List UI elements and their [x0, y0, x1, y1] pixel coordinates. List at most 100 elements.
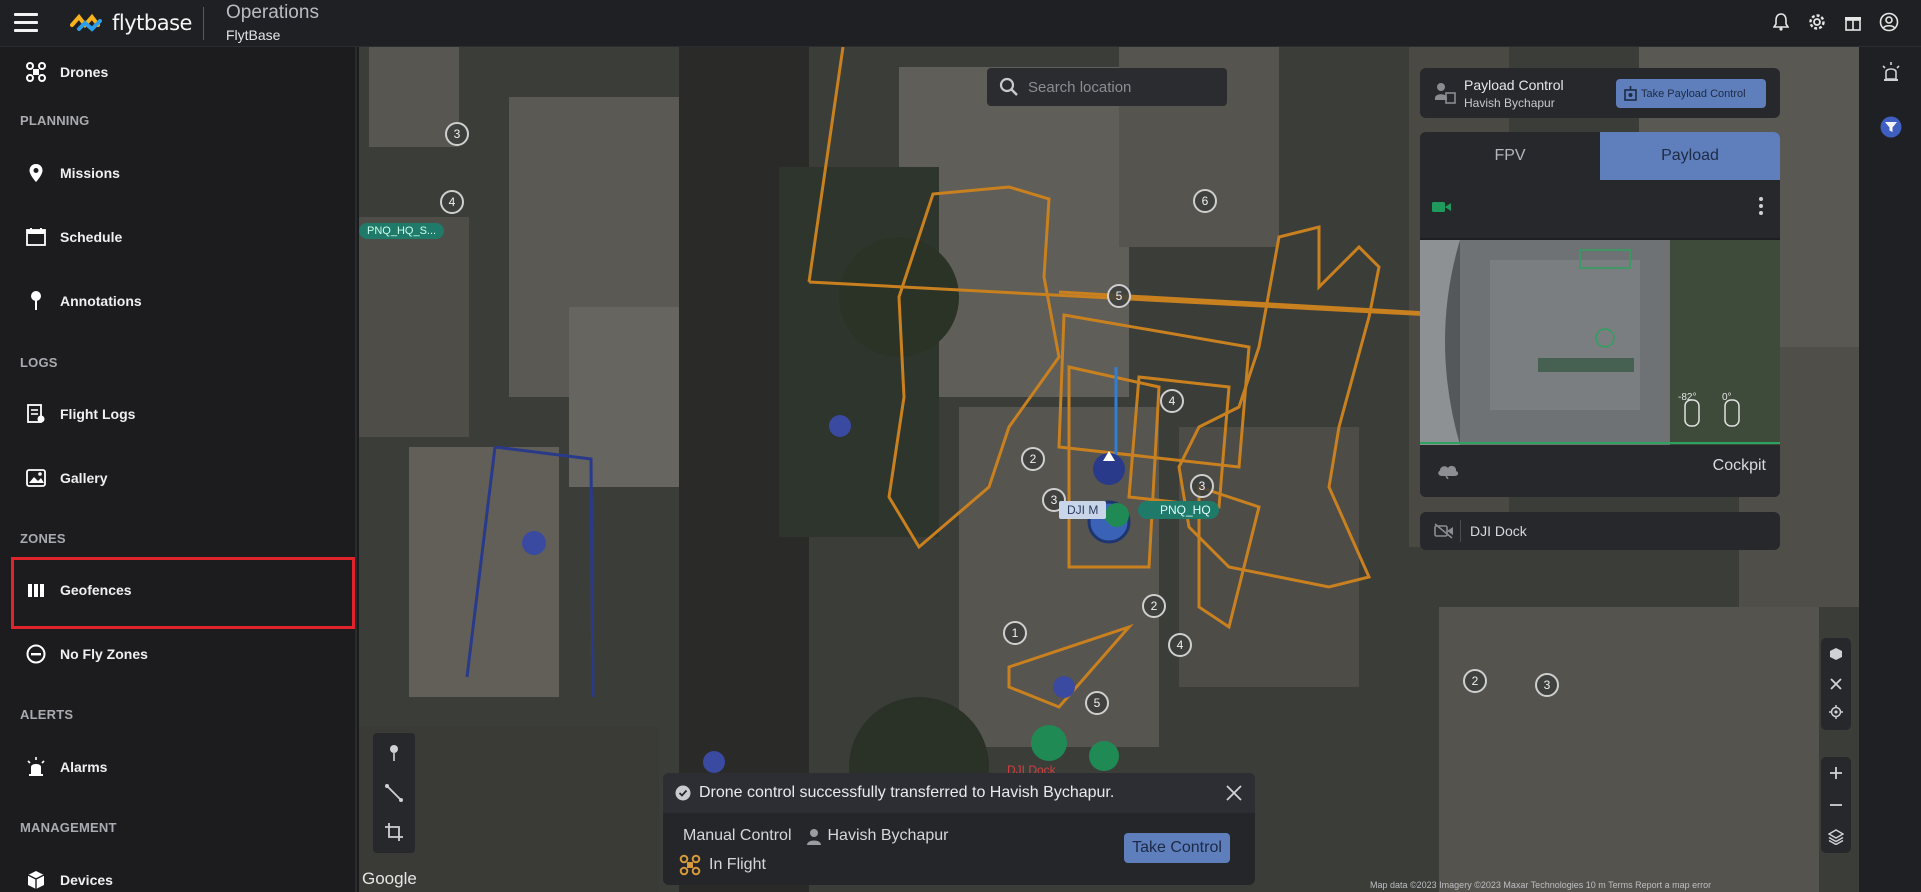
flight-status-row: In Flight: [679, 854, 766, 876]
3d-view-icon[interactable]: [1826, 644, 1846, 664]
waypoint-badge[interactable]: 4: [1168, 633, 1192, 657]
recenter-location-icon[interactable]: [1826, 702, 1846, 722]
section-planning: PLANNING: [20, 113, 90, 128]
drone-label[interactable]: DJI M: [1059, 501, 1107, 519]
sidebar-item-drones[interactable]: Drones: [0, 47, 357, 97]
document-log-icon: [26, 404, 46, 424]
sidebar-item-missions[interactable]: Missions: [0, 148, 357, 198]
video-feed-panel: FPV Payload -82° 0° Cockpit: [1420, 132, 1780, 497]
video-toolbar: [1420, 180, 1780, 238]
gimbal-yaw-readout: 0°: [1722, 392, 1732, 403]
organization-name: FlytBase: [226, 27, 281, 43]
payload-video-feed[interactable]: -82° 0°: [1420, 240, 1780, 445]
waypoint-badge[interactable]: 4: [440, 190, 464, 214]
gift-icon[interactable]: [1843, 11, 1863, 33]
map-draw-toolbar: [373, 733, 415, 853]
site-label-pnq-hq-s[interactable]: PNQ_HQ_S...: [359, 223, 445, 239]
line-tool-icon[interactable]: [384, 783, 404, 803]
camera-recording-icon[interactable]: [1432, 200, 1452, 219]
check-circle-icon: [675, 785, 691, 801]
waypoint-badge[interactable]: 3: [1535, 673, 1559, 697]
payload-control-title: Payload Control: [1464, 77, 1564, 93]
waypoint-badge[interactable]: 1: [1003, 621, 1027, 645]
zoom-out-icon[interactable]: [1826, 795, 1846, 815]
polygon-crop-tool-icon[interactable]: [384, 822, 404, 842]
search-placeholder: Search location: [1028, 78, 1132, 96]
flytbase-logo: flytbase: [70, 10, 192, 36]
control-mode: Manual Control: [683, 827, 792, 844]
page-title: Operations: [226, 2, 319, 23]
waypoint-badge[interactable]: 6: [1193, 189, 1217, 213]
video-footer: Cockpit: [1420, 445, 1780, 497]
sidebar-item-gallery[interactable]: Gallery: [0, 453, 357, 503]
logo-mark-icon: [70, 13, 102, 32]
no-entry-icon: [26, 644, 46, 664]
gear-icon[interactable]: [1807, 11, 1827, 33]
sidebar-item-label: No Fly Zones: [60, 646, 148, 662]
filter-icon[interactable]: [1879, 115, 1903, 139]
menu-icon[interactable]: [14, 13, 38, 33]
location-pin-icon: [26, 163, 46, 183]
header-divider: [203, 7, 204, 40]
zoom-controls: [1821, 757, 1851, 853]
gimbal-pitch-readout: -82°: [1678, 392, 1697, 403]
take-payload-control-label: Take Payload Control: [1641, 87, 1746, 100]
close-icon[interactable]: [1223, 782, 1245, 804]
tab-fpv[interactable]: FPV: [1420, 132, 1600, 180]
map-attribution[interactable]: Map data ©2023 Imagery ©2023 Maxar Techn…: [1370, 880, 1711, 890]
waypoint-badge[interactable]: 2: [1021, 447, 1045, 471]
pin-tool-icon[interactable]: [384, 743, 404, 763]
sidebar-item-label: Missions: [60, 165, 120, 181]
top-bar: flytbase Operations FlytBase: [0, 0, 1921, 47]
dock-card-divider: [1460, 520, 1461, 542]
waypoint-badge[interactable]: 3: [1190, 474, 1214, 498]
sidebar-item-flight-logs[interactable]: Flight Logs: [0, 389, 357, 439]
cube-devices-icon: [26, 870, 46, 890]
logo-text: flytbase: [112, 11, 192, 35]
cockpit-button[interactable]: Cockpit: [1713, 457, 1766, 475]
sidebar-item-no-fly-zones[interactable]: No Fly Zones: [0, 629, 357, 679]
take-payload-control-button[interactable]: Take Payload Control: [1616, 79, 1766, 108]
google-logo: Google: [362, 869, 417, 888]
sidebar-item-label: Drones: [60, 64, 109, 80]
control-transfer-toast: Drone control successfully transferred t…: [663, 773, 1255, 885]
waypoint-badge[interactable]: 2: [1142, 594, 1166, 618]
flight-status: In Flight: [709, 856, 766, 873]
bell-icon[interactable]: [1771, 11, 1791, 33]
sidebar-item-devices[interactable]: Devices: [0, 855, 357, 892]
geofences-highlight-box: [11, 557, 355, 629]
take-control-button[interactable]: Take Control: [1124, 833, 1230, 863]
user-icon: [806, 828, 822, 845]
user-account-icon[interactable]: [1879, 11, 1899, 33]
sidebar-item-alarms[interactable]: Alarms: [0, 742, 357, 792]
cloud-weather-icon[interactable]: [1436, 461, 1460, 484]
sidebar-item-label: Flight Logs: [60, 406, 136, 422]
dock-name: DJI Dock: [1470, 523, 1527, 539]
waypoint-badge[interactable]: 5: [1107, 284, 1131, 308]
drone-icon: [26, 62, 46, 82]
fullscreen-collapse-icon[interactable]: [1826, 674, 1846, 694]
image-gallery-icon: [26, 468, 46, 488]
waypoint-badge[interactable]: 4: [1160, 389, 1184, 413]
waypoint-badge[interactable]: 3: [445, 122, 469, 146]
control-mode-row: Manual Control Havish Bychapur: [683, 827, 948, 845]
map-view-controls: [1821, 638, 1851, 730]
sidebar-item-label: Alarms: [60, 759, 108, 775]
alarm-siren-icon[interactable]: [1879, 60, 1903, 84]
payload-control-icon: [1434, 81, 1456, 110]
sidebar-item-schedule[interactable]: Schedule: [0, 212, 357, 262]
more-options-icon[interactable]: [1758, 196, 1764, 221]
dock-card[interactable]: DJI Dock: [1420, 512, 1780, 550]
toast-message: Drone control successfully transferred t…: [699, 784, 1115, 801]
waypoint-badge[interactable]: 5: [1085, 691, 1109, 715]
sidebar-item-label: Devices: [60, 872, 113, 888]
site-label-pnq-hq[interactable]: PNQ_HQ: [1138, 501, 1219, 519]
right-rail: [1859, 47, 1921, 892]
zoom-in-icon[interactable]: [1826, 763, 1846, 783]
search-input[interactable]: Search location: [987, 68, 1227, 106]
layers-icon[interactable]: [1826, 827, 1846, 847]
sidebar-item-label: Schedule: [60, 229, 123, 245]
sidebar-item-annotations[interactable]: Annotations: [0, 276, 357, 326]
waypoint-badge[interactable]: 2: [1463, 669, 1487, 693]
tab-payload[interactable]: Payload: [1600, 132, 1780, 180]
